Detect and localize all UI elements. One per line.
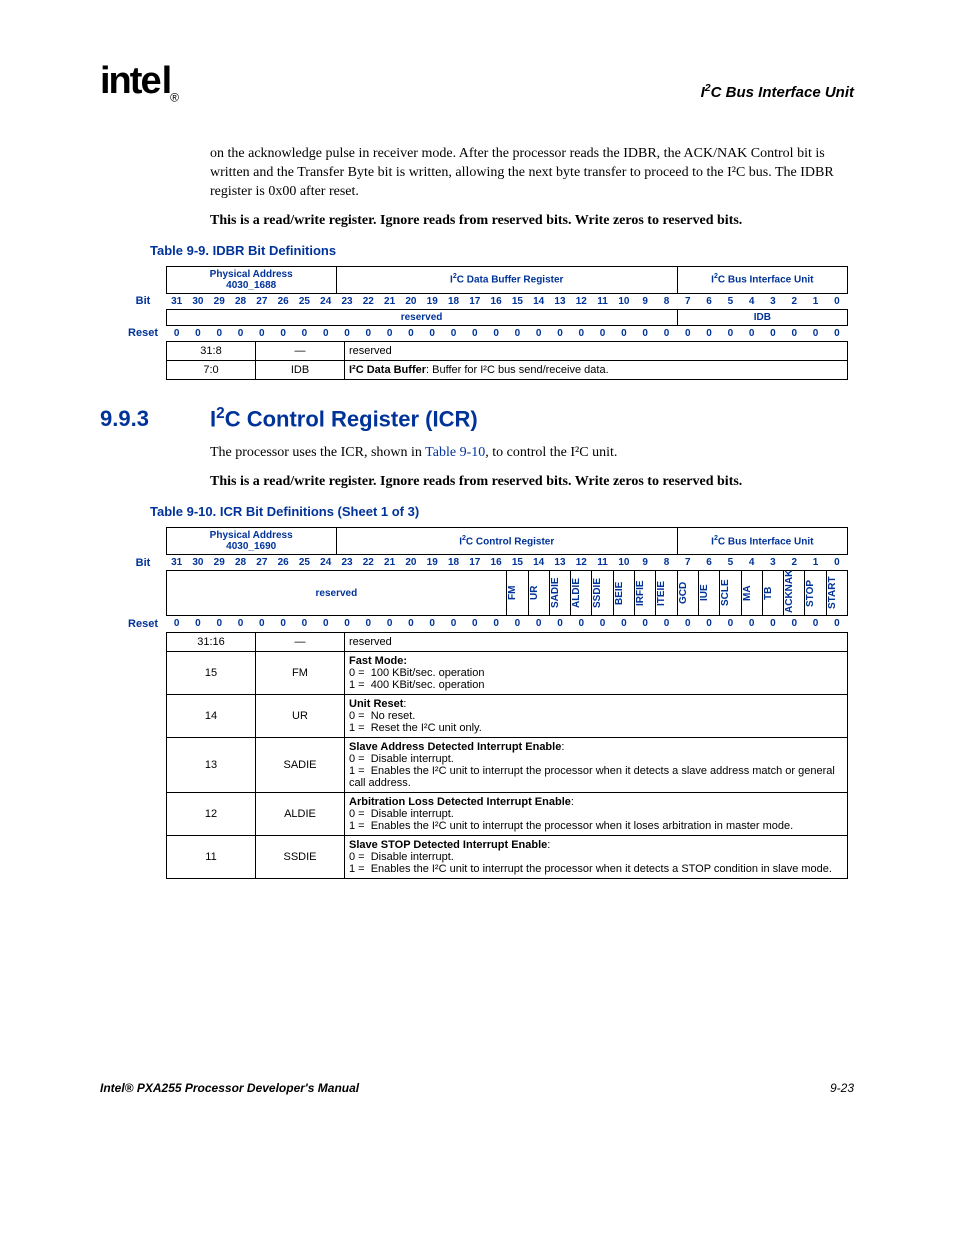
logo: intel® [100,60,179,105]
field-idb: IDB [677,309,847,325]
phys-addr-label: Physical Address [210,269,293,280]
reset-label: Reset [120,325,166,341]
para-3: The processor uses the ICR, shown in Tab… [210,444,854,463]
para-1: on the acknowledge pulse in receiver mod… [210,145,854,202]
table-9-10-caption: Table 9-10. ICR Bit Definitions (Sheet 1… [150,504,854,519]
phys-addr-value: 4030_1688 [226,280,276,291]
header-unit: I2C Bus Interface Unit [701,82,854,101]
footer-left: Intel® PXA255 Processor Developer's Manu… [100,1081,359,1095]
para-2: This is a read/write register. Ignore re… [210,212,854,231]
table-9-9-header: Physical Address 4030_1688 I2C Data Buff… [120,266,848,342]
field-reserved: reserved [166,309,677,325]
reg-title: I2C Data Buffer Register [336,266,677,293]
section-heading: 9.9.3I2C Control Register (ICR) [100,405,854,432]
table-9-10-header: Physical Address 4030_1690 I2C Control R… [120,527,848,632]
bit-label: Bit [120,293,166,309]
footer-right: 9-23 [830,1081,854,1095]
link-table-9-10[interactable]: Table 9-10 [425,445,485,460]
table-9-9-caption: Table 9-9. IDBR Bit Definitions [150,243,854,258]
reg-unit: I2C Bus Interface Unit [677,266,847,293]
section-num: 9.9.3 [100,406,210,432]
para-4: This is a read/write register. Ignore re… [210,473,854,492]
table-9-9-desc: 31:8—reserved7:0IDBI²C Data Buffer: Buff… [166,341,848,380]
table-9-10-desc: 31:16—reserved15FMFast Mode:0 = 100 KBit… [166,632,848,879]
